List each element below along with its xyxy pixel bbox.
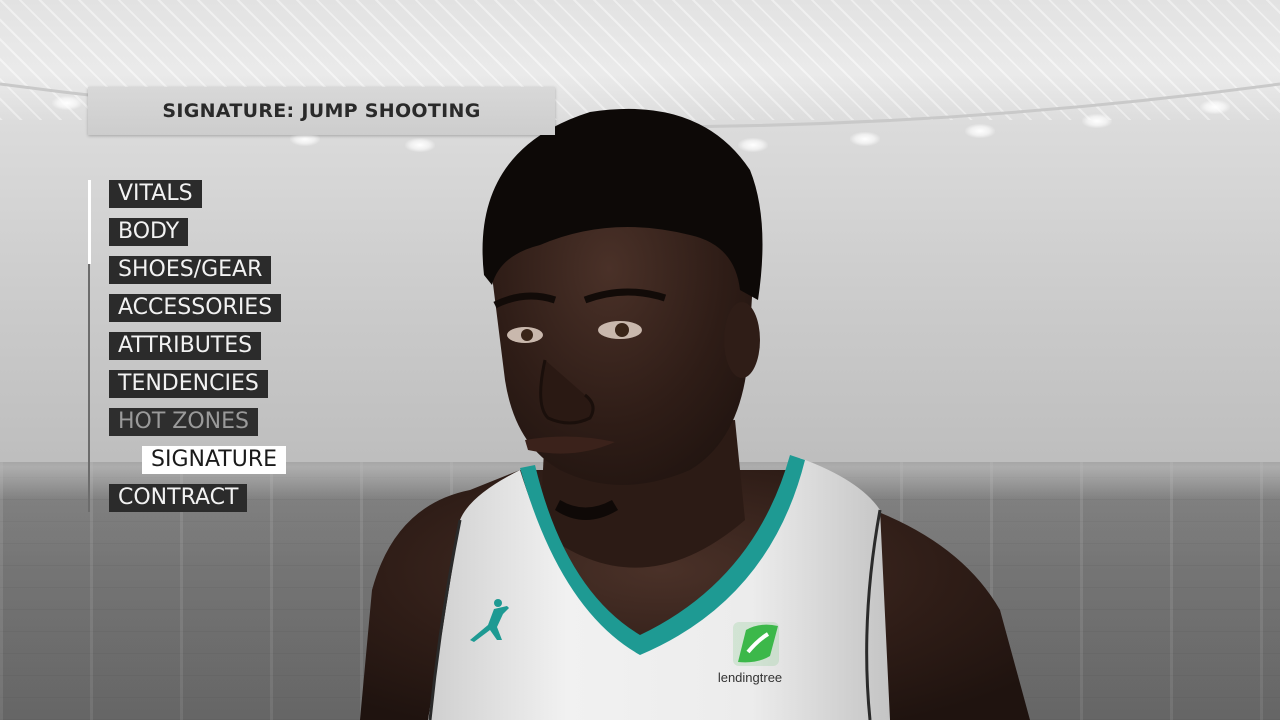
menu-item-contract[interactable]: CONTRACT	[109, 484, 248, 512]
menu-item-shoes-gear[interactable]: SHOES/GEAR	[109, 256, 272, 284]
menu-item-attributes[interactable]: ATTRIBUTES	[109, 332, 262, 360]
lendingtree-logo-icon	[733, 622, 779, 666]
menu-item-accessories[interactable]: ACCESSORIES	[109, 294, 282, 322]
menu-item-signature[interactable]: SIGNATURE	[142, 446, 287, 474]
menu-scroll-indicator	[88, 180, 91, 264]
menu-item-vitals[interactable]: VITALS	[109, 180, 202, 208]
menu-item-tendencies[interactable]: TENDENCIES	[109, 370, 268, 398]
section-title: SIGNATURE: JUMP SHOOTING	[162, 100, 481, 122]
menu-item-hot-zones[interactable]: HOT ZONES	[109, 408, 259, 436]
sponsor-text: lendingtree	[718, 670, 782, 685]
menu-item-body[interactable]: BODY	[109, 218, 189, 246]
section-title-bar: SIGNATURE: JUMP SHOOTING	[88, 87, 555, 135]
player-preview-scene: lendingtree SIGNATURE: JUMP SHOOTING VIT…	[0, 0, 1280, 720]
